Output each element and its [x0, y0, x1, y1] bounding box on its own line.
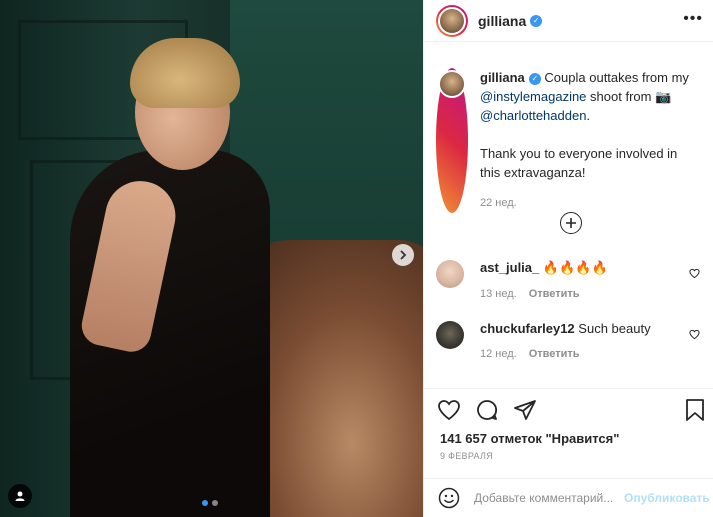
comment-item: ast_julia_ 🔥🔥🔥🔥 13 нед. Ответить: [436, 260, 706, 300]
like-heart-icon[interactable]: [436, 397, 462, 423]
caption-avatar[interactable]: [436, 68, 468, 213]
tagged-users-button[interactable]: [8, 484, 32, 508]
emoji-smiley-icon[interactable]: [438, 487, 460, 509]
like-comment-heart-icon[interactable]: [689, 268, 700, 282]
comment-composer: Опубликовать: [424, 478, 713, 517]
caption-username[interactable]: gilliana: [480, 70, 525, 85]
commenter-avatar[interactable]: [436, 260, 464, 288]
comment-text: Such beauty: [578, 321, 651, 336]
chevron-right-icon: [400, 250, 407, 260]
verified-badge-icon: ✓: [528, 72, 541, 85]
carousel-dot-active: [202, 500, 208, 506]
caption-paragraph: Thank you to everyone involved in this e…: [480, 146, 678, 180]
reply-button[interactable]: Ответить: [529, 348, 580, 360]
likes-count[interactable]: 141 657 отметок "Нравится": [440, 431, 619, 446]
commenter-avatar[interactable]: [436, 321, 464, 349]
commenter-username[interactable]: ast_julia_: [480, 260, 539, 275]
post-sidebar: gilliana ✓ ••• gilliana ✓ Coupla outtakes…: [423, 0, 713, 517]
comment-text: 🔥🔥🔥🔥: [542, 260, 608, 275]
carousel-next-button[interactable]: [392, 244, 414, 266]
mention-link[interactable]: @instylemagazine: [480, 89, 586, 104]
publish-button[interactable]: Опубликовать: [624, 491, 710, 505]
comment-item: chuckufarley12 Such beauty 12 нед. Ответи…: [436, 321, 706, 360]
more-options-icon[interactable]: •••: [683, 10, 703, 28]
commenter-username[interactable]: chuckufarley12: [480, 321, 575, 336]
comment-input[interactable]: [474, 491, 622, 505]
carousel-indicator: [202, 500, 218, 506]
comment-bubble-icon[interactable]: [474, 397, 500, 423]
verified-badge-icon: ✓: [530, 14, 543, 27]
like-comment-heart-icon[interactable]: [689, 329, 700, 343]
post-date[interactable]: 9 ФЕВРАЛЯ: [440, 451, 493, 461]
comment-timestamp[interactable]: 13 нед.: [480, 288, 517, 300]
carousel-dot: [212, 500, 218, 506]
mention-link[interactable]: @charlottehadden: [480, 108, 586, 123]
caption-timestamp[interactable]: 22 нед.: [480, 194, 700, 213]
share-paper-plane-icon[interactable]: [512, 397, 538, 423]
post-actions: 141 657 отметок "Нравится" 9 ФЕВРАЛЯ: [424, 388, 713, 478]
comment-timestamp[interactable]: 12 нед.: [480, 348, 517, 360]
author-username[interactable]: gilliana: [478, 13, 526, 29]
load-more-comments-button[interactable]: [560, 212, 582, 234]
author-avatar[interactable]: [436, 4, 468, 37]
reply-button[interactable]: Ответить: [529, 288, 580, 300]
post-header: gilliana ✓ •••: [424, 0, 713, 42]
user-icon: [15, 491, 25, 501]
bookmark-icon[interactable]: [682, 397, 708, 423]
post-photo[interactable]: [0, 0, 423, 517]
post-caption: gilliana ✓ Coupla outtakes from my @insty…: [436, 68, 706, 213]
plus-icon: [566, 218, 576, 228]
